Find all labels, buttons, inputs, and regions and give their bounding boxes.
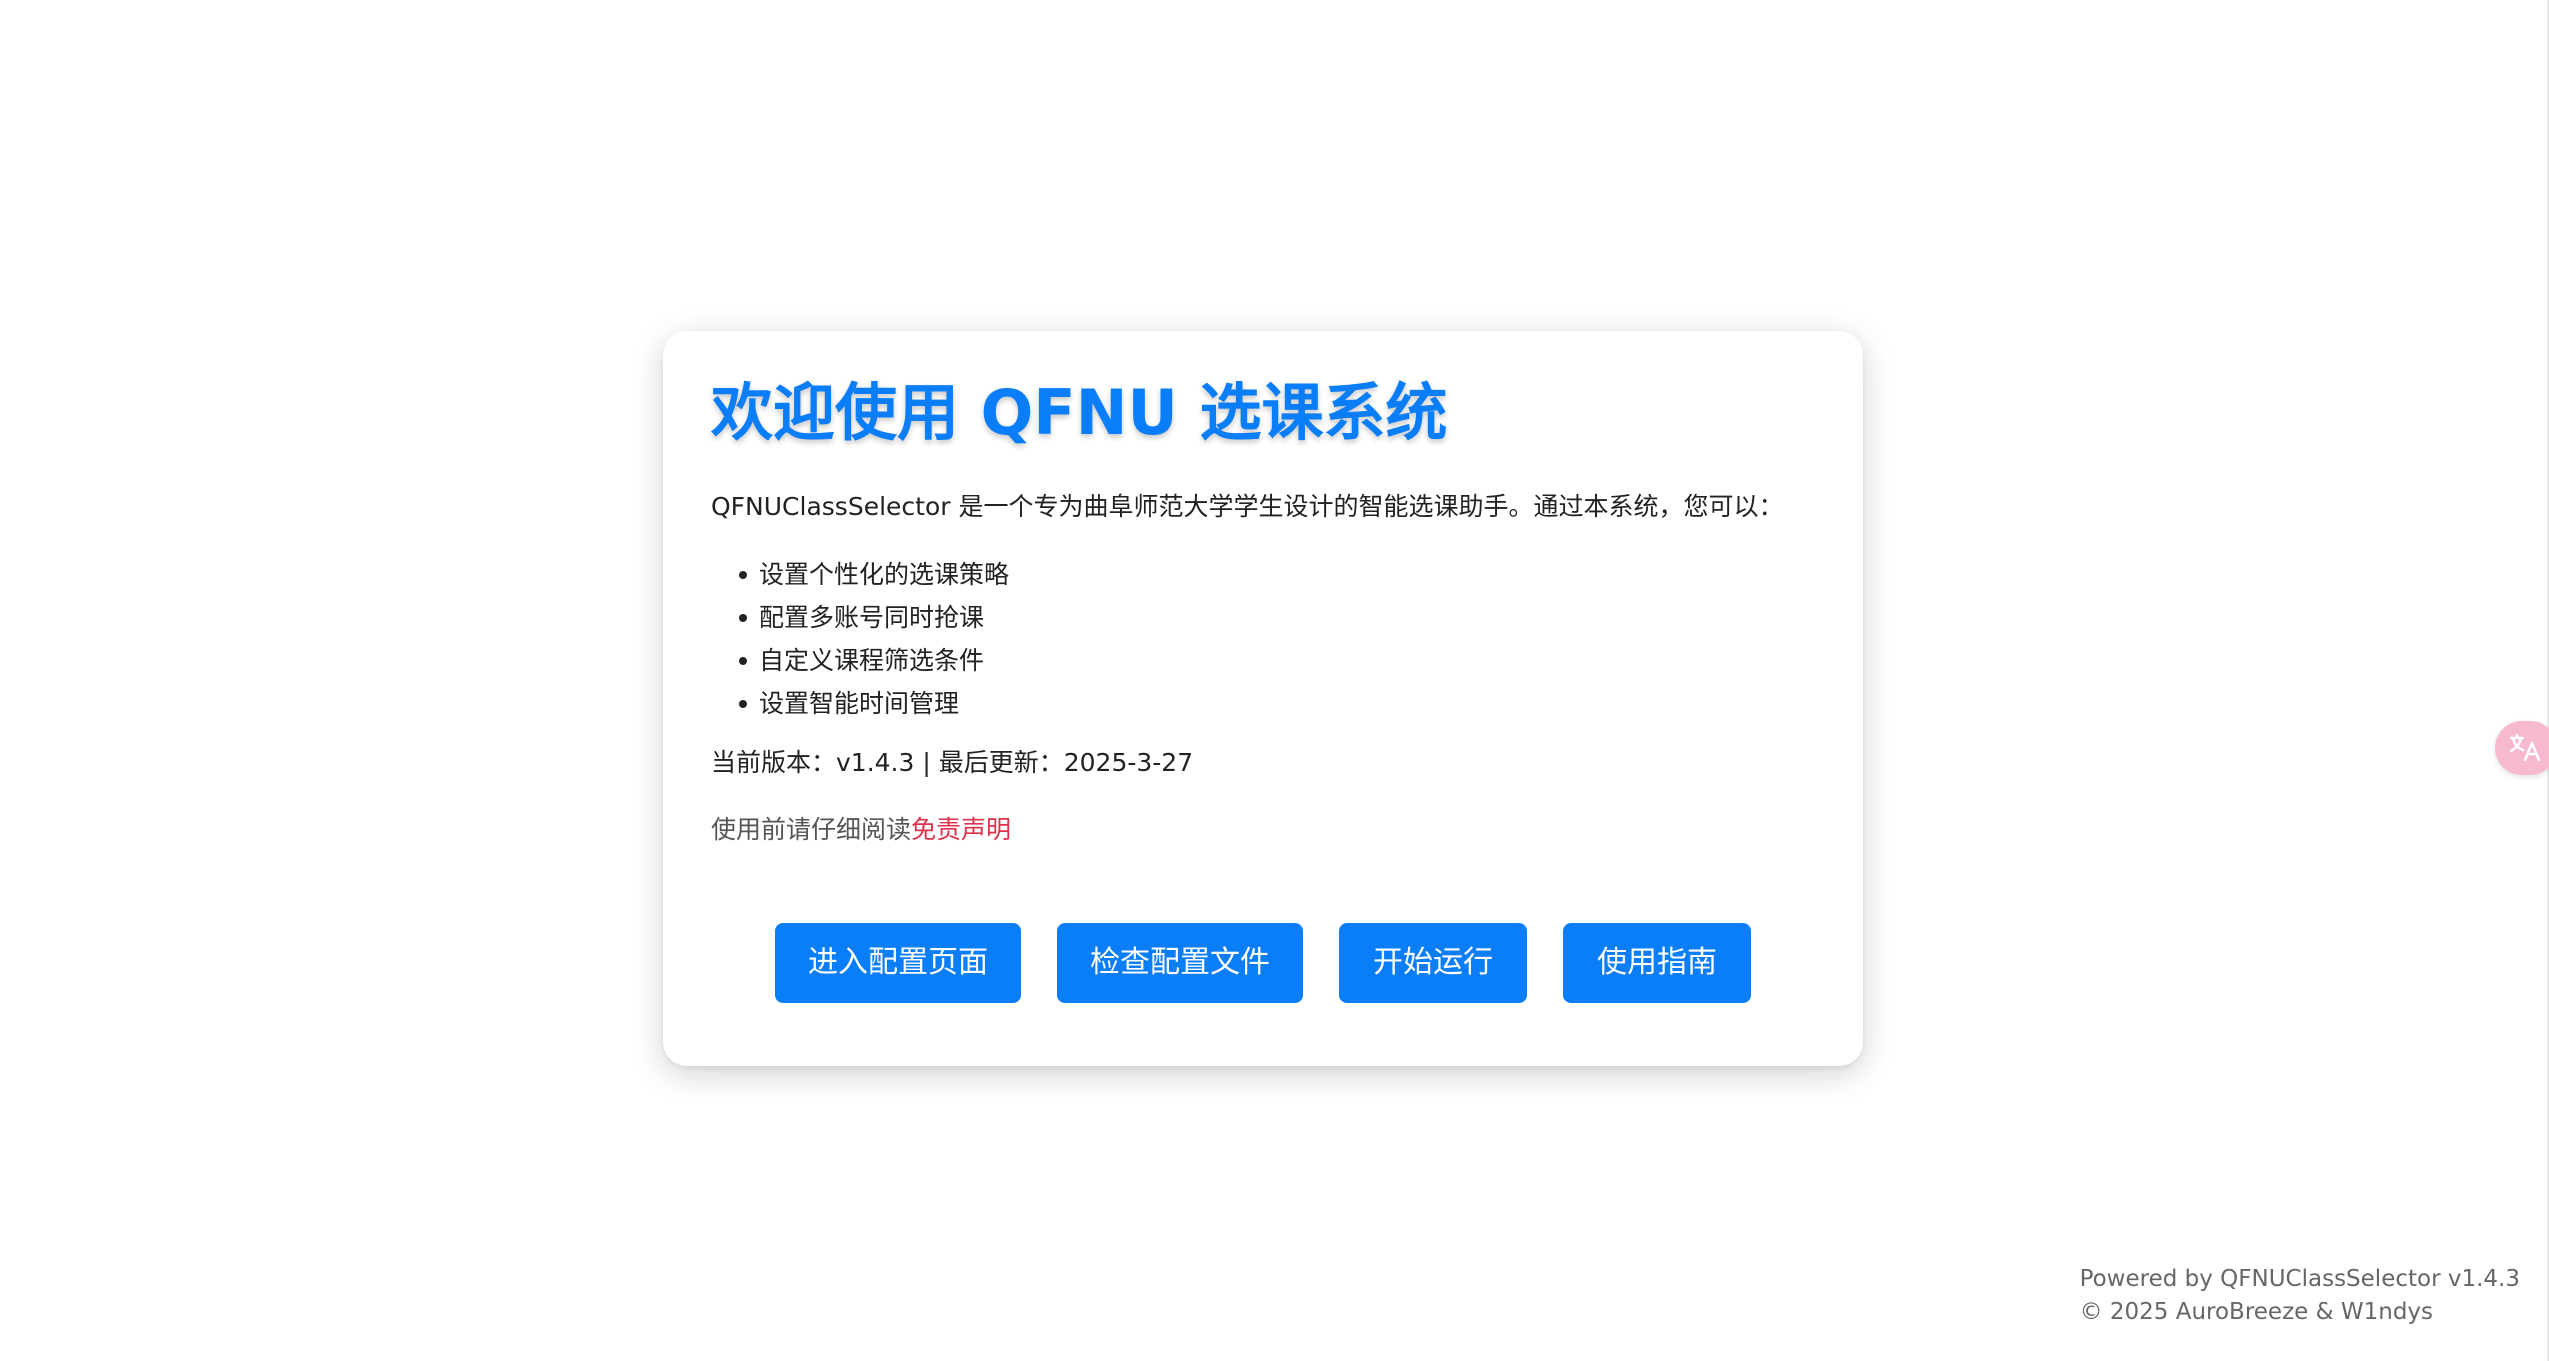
feature-item-multi-account: 配置多账号同时抢课: [739, 596, 1815, 639]
footer: Powered by QFNUClassSelector v1.4.3 © 20…: [2080, 1263, 2520, 1329]
feature-item-strategy: 设置个性化的选课策略: [739, 553, 1815, 596]
check-config-button[interactable]: 检查配置文件: [1057, 923, 1303, 1003]
disclaimer-link[interactable]: 免责声明: [911, 815, 1011, 844]
intro-text: QFNUClassSelector 是一个专为曲阜师范大学学生设计的智能选课助手…: [711, 492, 1784, 521]
translate-icon: [2509, 733, 2541, 762]
welcome-card: 欢迎使用 QFNU 选课系统 QFNUClassSelector 是一个专为曲阜…: [663, 331, 1863, 1066]
version-info: 当前版本：v1.4.3 | 最后更新：2025-3-27: [711, 748, 1194, 777]
feature-item-filter: 自定义课程筛选条件: [739, 639, 1815, 682]
feature-list: 设置个性化的选课策略 配置多账号同时抢课 自定义课程筛选条件 设置智能时间管理: [711, 553, 1815, 725]
footer-powered-by: Powered by QFNUClassSelector v1.4.3: [2079, 1266, 2520, 1292]
user-guide-button[interactable]: 使用指南: [1563, 923, 1751, 1003]
disclaimer-prefix: 使用前请仔细阅读: [711, 815, 912, 844]
disclaimer-line: 使用前请仔细阅读免责声明: [711, 812, 1815, 848]
page-title: 欢迎使用 QFNU 选课系统: [711, 376, 1448, 449]
start-run-button[interactable]: 开始运行: [1339, 923, 1527, 1003]
feature-item-time-management: 设置智能时间管理: [739, 682, 1815, 725]
enter-config-button[interactable]: 进入配置页面: [775, 923, 1021, 1003]
footer-copyright: © 2025 AuroBreeze & W1ndys: [2079, 1299, 2434, 1325]
translate-float-button[interactable]: [2495, 721, 2549, 775]
